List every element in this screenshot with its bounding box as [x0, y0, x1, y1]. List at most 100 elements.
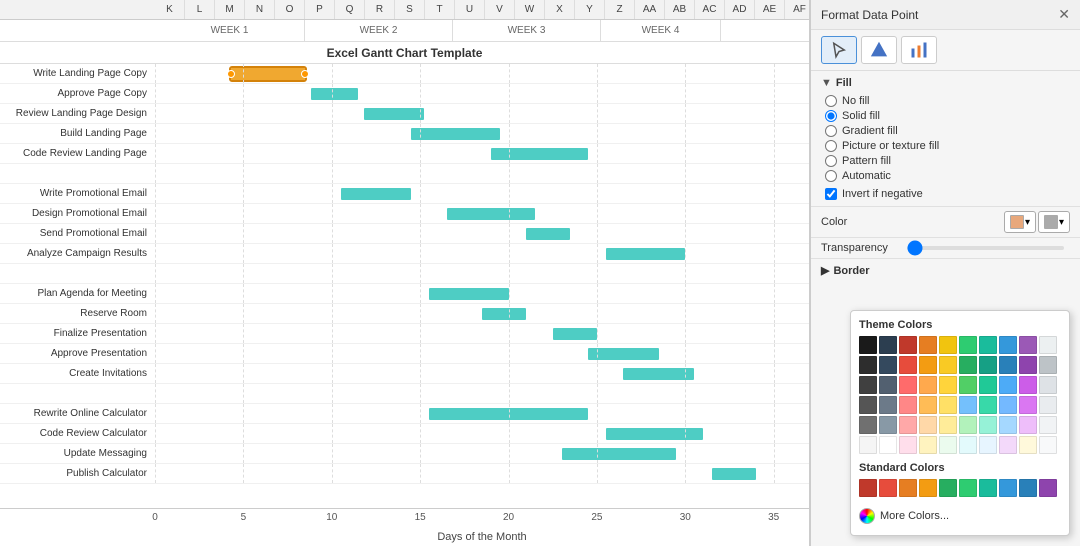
gantt-bar[interactable]: [311, 88, 359, 100]
gantt-bar[interactable]: [491, 148, 588, 160]
standard-color-cell[interactable]: [859, 479, 877, 497]
standard-color-cell[interactable]: [999, 479, 1017, 497]
pattern-fill-option[interactable]: Pattern fill: [825, 155, 1070, 167]
gantt-bar[interactable]: [623, 368, 694, 380]
theme-color-cell[interactable]: [859, 376, 877, 394]
theme-color-cell[interactable]: [879, 356, 897, 374]
tab-chart[interactable]: [901, 36, 937, 64]
theme-color-cell[interactable]: [859, 396, 877, 414]
picture-fill-radio[interactable]: [825, 140, 837, 152]
gantt-bar[interactable]: [588, 348, 659, 360]
gantt-bar[interactable]: [482, 308, 526, 320]
solid-fill-option[interactable]: Solid fill: [825, 110, 1070, 122]
theme-color-cell[interactable]: [879, 416, 897, 434]
theme-color-cell[interactable]: [919, 356, 937, 374]
theme-color-cell[interactable]: [859, 356, 877, 374]
theme-color-cell[interactable]: [999, 356, 1017, 374]
color-picker-btn[interactable]: ▾: [1004, 211, 1036, 233]
close-icon[interactable]: ✕: [1058, 6, 1070, 23]
standard-color-cell[interactable]: [959, 479, 977, 497]
automatic-radio[interactable]: [825, 170, 837, 182]
theme-color-cell[interactable]: [979, 416, 997, 434]
tab-cursor[interactable]: [821, 36, 857, 64]
theme-color-cell[interactable]: [939, 376, 957, 394]
theme-color-cell[interactable]: [1019, 416, 1037, 434]
theme-color-cell[interactable]: [1039, 396, 1057, 414]
gantt-bar[interactable]: [411, 128, 499, 140]
tab-shape[interactable]: [861, 36, 897, 64]
color-secondary-btn[interactable]: ▾: [1038, 211, 1070, 233]
theme-color-cell[interactable]: [859, 416, 877, 434]
theme-color-cell[interactable]: [1039, 436, 1057, 454]
theme-color-cell[interactable]: [919, 436, 937, 454]
theme-color-cell[interactable]: [1019, 336, 1037, 354]
picture-fill-option[interactable]: Picture or texture fill: [825, 140, 1070, 152]
theme-color-cell[interactable]: [939, 416, 957, 434]
standard-color-cell[interactable]: [879, 479, 897, 497]
theme-color-cell[interactable]: [879, 336, 897, 354]
automatic-option[interactable]: Automatic: [825, 170, 1070, 182]
theme-color-cell[interactable]: [979, 336, 997, 354]
theme-color-cell[interactable]: [999, 376, 1017, 394]
theme-color-cell[interactable]: [1019, 356, 1037, 374]
gantt-bar[interactable]: [447, 208, 535, 220]
no-fill-option[interactable]: No fill: [825, 95, 1070, 107]
standard-color-cell[interactable]: [899, 479, 917, 497]
theme-color-cell[interactable]: [1039, 416, 1057, 434]
standard-color-cell[interactable]: [919, 479, 937, 497]
theme-color-cell[interactable]: [919, 416, 937, 434]
transparency-slider[interactable]: [907, 246, 1064, 250]
gantt-bar[interactable]: [553, 328, 597, 340]
theme-color-cell[interactable]: [1019, 376, 1037, 394]
theme-color-cell[interactable]: [959, 416, 977, 434]
theme-color-cell[interactable]: [859, 436, 877, 454]
gantt-bar[interactable]: [429, 288, 509, 300]
theme-color-cell[interactable]: [899, 436, 917, 454]
theme-color-cell[interactable]: [879, 376, 897, 394]
gantt-bar[interactable]: [231, 68, 305, 80]
gantt-bar[interactable]: [526, 228, 570, 240]
theme-color-cell[interactable]: [979, 436, 997, 454]
theme-color-cell[interactable]: [919, 396, 937, 414]
gantt-bar[interactable]: [562, 448, 677, 460]
solid-fill-radio[interactable]: [825, 110, 837, 122]
theme-color-cell[interactable]: [939, 436, 957, 454]
more-colors-button[interactable]: More Colors...: [859, 505, 1061, 527]
theme-color-cell[interactable]: [1019, 396, 1037, 414]
theme-color-cell[interactable]: [899, 356, 917, 374]
no-fill-radio[interactable]: [825, 95, 837, 107]
theme-color-cell[interactable]: [979, 376, 997, 394]
theme-color-cell[interactable]: [899, 416, 917, 434]
standard-color-cell[interactable]: [939, 479, 957, 497]
gradient-fill-radio[interactable]: [825, 125, 837, 137]
theme-color-cell[interactable]: [959, 376, 977, 394]
theme-color-cell[interactable]: [959, 396, 977, 414]
theme-color-cell[interactable]: [919, 336, 937, 354]
invert-negative-option[interactable]: Invert if negative: [825, 188, 1070, 200]
gantt-bar[interactable]: [341, 188, 412, 200]
theme-color-cell[interactable]: [939, 356, 957, 374]
pattern-fill-radio[interactable]: [825, 155, 837, 167]
theme-color-cell[interactable]: [879, 396, 897, 414]
theme-color-cell[interactable]: [999, 336, 1017, 354]
theme-color-cell[interactable]: [959, 436, 977, 454]
theme-color-cell[interactable]: [1039, 376, 1057, 394]
theme-color-cell[interactable]: [1019, 436, 1037, 454]
theme-color-cell[interactable]: [999, 436, 1017, 454]
theme-color-cell[interactable]: [859, 336, 877, 354]
theme-color-cell[interactable]: [1039, 356, 1057, 374]
theme-color-cell[interactable]: [979, 396, 997, 414]
invert-negative-checkbox[interactable]: [825, 188, 837, 200]
theme-color-cell[interactable]: [979, 356, 997, 374]
theme-color-cell[interactable]: [1039, 336, 1057, 354]
standard-color-cell[interactable]: [979, 479, 997, 497]
fill-section-title[interactable]: ▼ Fill: [821, 77, 1070, 89]
theme-color-cell[interactable]: [899, 396, 917, 414]
theme-color-cell[interactable]: [959, 356, 977, 374]
theme-color-cell[interactable]: [919, 376, 937, 394]
theme-color-cell[interactable]: [899, 336, 917, 354]
gantt-bar[interactable]: [712, 468, 756, 480]
theme-color-cell[interactable]: [939, 396, 957, 414]
theme-color-cell[interactable]: [899, 376, 917, 394]
theme-color-cell[interactable]: [879, 436, 897, 454]
